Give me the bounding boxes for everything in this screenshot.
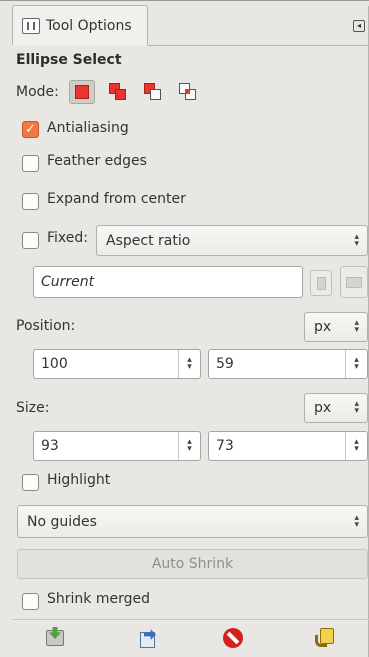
- dock-menu-button[interactable]: ◂: [353, 20, 365, 32]
- tab-tool-options[interactable]: Tool Options: [12, 5, 148, 45]
- position-label: Position:: [16, 318, 76, 334]
- size-height-value: 73: [216, 438, 234, 454]
- portrait-icon: [317, 277, 326, 290]
- shrink-merged-checkbox[interactable]: [22, 593, 39, 610]
- position-unit-dropdown[interactable]: px ▴ ▾: [304, 312, 368, 342]
- position-x-value: 100: [41, 356, 68, 372]
- reset-arrow-icon: [315, 635, 327, 647]
- guides-dropdown[interactable]: No guides ▴ ▾: [17, 505, 368, 538]
- position-y-input[interactable]: 59 ▴ ▾: [208, 349, 368, 379]
- antialiasing-checkbox[interactable]: ✓: [22, 121, 39, 138]
- tab-label: Tool Options: [46, 17, 132, 34]
- save-preset-button[interactable]: [44, 627, 66, 649]
- footer-divider: [12, 619, 369, 620]
- highlight-checkbox[interactable]: [22, 474, 39, 491]
- mode-subtract-icon: [144, 83, 162, 101]
- current-value-input[interactable]: Current: [33, 266, 303, 298]
- panel-border-top: [148, 45, 368, 46]
- expand-from-center-label: Expand from center: [47, 191, 186, 207]
- fixed-checkbox[interactable]: [22, 232, 39, 249]
- size-width-spinner[interactable]: ▴ ▾: [178, 432, 200, 460]
- shrink-merged-label: Shrink merged: [47, 591, 150, 607]
- delete-preset-button[interactable]: [222, 627, 244, 649]
- auto-shrink-button[interactable]: Auto Shrink: [17, 549, 368, 579]
- mode-label: Mode:: [16, 84, 59, 100]
- size-unit-value: px: [314, 400, 332, 416]
- reset-button[interactable]: [314, 627, 336, 649]
- position-y-spinner[interactable]: ▴ ▾: [345, 350, 367, 378]
- mode-intersect-button[interactable]: [175, 80, 201, 104]
- fixed-label: Fixed:: [47, 230, 88, 246]
- mode-add-button[interactable]: [105, 80, 131, 104]
- position-y-value: 59: [216, 356, 234, 372]
- antialiasing-label: Antialiasing: [47, 120, 129, 136]
- auto-shrink-label: Auto Shrink: [151, 556, 234, 572]
- mode-replace-button[interactable]: [69, 80, 95, 104]
- restore-preset-button[interactable]: [136, 627, 158, 649]
- feather-edges-label: Feather edges: [47, 153, 147, 169]
- feather-edges-checkbox[interactable]: [22, 155, 39, 172]
- dock-menu-icon: ◂: [356, 21, 361, 30]
- guides-value: No guides: [27, 513, 97, 530]
- current-value-text: Current: [41, 274, 95, 290]
- size-width-value: 93: [41, 438, 59, 454]
- tool-title: Ellipse Select: [16, 52, 122, 68]
- size-label: Size:: [16, 400, 50, 416]
- position-unit-value: px: [314, 319, 332, 335]
- position-x-input[interactable]: 100 ▴ ▾: [33, 349, 201, 379]
- top-border: [0, 0, 369, 1]
- size-height-input[interactable]: 73 ▴ ▾: [208, 431, 368, 461]
- highlight-label: Highlight: [47, 472, 111, 488]
- tool-options-icon: [22, 17, 40, 34]
- mode-add-icon: [109, 83, 127, 101]
- size-height-spinner[interactable]: ▴ ▾: [345, 432, 367, 460]
- fixed-mode-value: Aspect ratio: [106, 232, 191, 249]
- mode-intersect-icon: [179, 83, 197, 101]
- landscape-button[interactable]: [340, 266, 368, 298]
- mode-subtract-button[interactable]: [140, 80, 166, 104]
- dropdown-arrows-icon: ▴ ▾: [354, 512, 359, 530]
- dropdown-arrows-icon: ▴ ▾: [354, 399, 359, 416]
- landscape-icon: [346, 277, 362, 288]
- dropdown-arrows-icon: ▴ ▾: [354, 318, 359, 335]
- dropdown-arrows-icon: ▴ ▾: [354, 231, 359, 249]
- size-width-input[interactable]: 93 ▴ ▾: [33, 431, 201, 461]
- mode-replace-icon: [75, 85, 89, 99]
- size-unit-dropdown[interactable]: px ▴ ▾: [304, 393, 368, 423]
- fixed-mode-dropdown[interactable]: Aspect ratio ▴ ▾: [96, 225, 368, 256]
- portrait-button[interactable]: [310, 270, 332, 296]
- expand-from-center-checkbox[interactable]: [22, 193, 39, 210]
- position-x-spinner[interactable]: ▴ ▾: [178, 350, 200, 378]
